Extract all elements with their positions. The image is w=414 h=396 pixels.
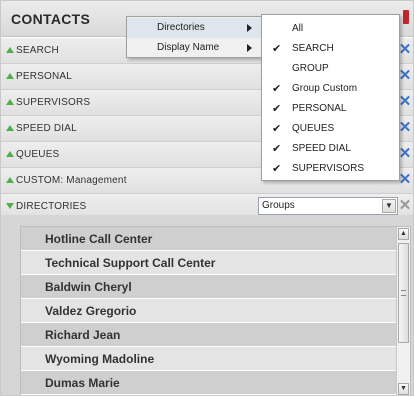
submenu-item-speed-dial[interactable]: ✔ SPEED DIAL xyxy=(262,139,399,159)
list-item[interactable]: Technical Support Call Center xyxy=(21,251,397,275)
submenu-item-label: All xyxy=(292,23,304,34)
scroll-up-icon[interactable]: ▲ xyxy=(398,228,409,240)
section-label: QUEUES xyxy=(16,149,60,160)
submenu-item-label: SEARCH xyxy=(292,43,334,54)
section-label: PERSONAL xyxy=(16,71,73,82)
panel-title: CONTACTS xyxy=(11,11,91,27)
list-item[interactable]: Valdez Gregorio xyxy=(21,299,397,323)
chevron-down-icon[interactable]: ▼ xyxy=(382,199,396,213)
scroll-grip-icon xyxy=(401,290,406,296)
collapse-triangle-icon xyxy=(6,203,14,209)
expand-triangle-icon xyxy=(6,177,14,183)
submenu-item-label: QUEUES xyxy=(292,123,335,134)
context-menu: Directories Display Name xyxy=(126,16,263,58)
menu-item-directories[interactable]: Directories xyxy=(127,18,262,38)
checkmark-icon: ✔ xyxy=(272,43,282,55)
scroll-thumb[interactable] xyxy=(398,243,409,343)
menu-item-label: Directories xyxy=(157,22,205,33)
list-item[interactable]: Baldwin Cheryl xyxy=(21,275,397,299)
directory-list-area: Hotline Call Center Technical Support Ca… xyxy=(1,215,413,395)
directories-submenu: All ✔ SEARCH GROUP ✔ Group Custom ✔ PERS… xyxy=(261,14,400,181)
directory-list: Hotline Call Center Technical Support Ca… xyxy=(20,226,411,395)
expand-triangle-icon xyxy=(6,73,14,79)
menu-item-display-name[interactable]: Display Name xyxy=(127,38,262,58)
remove-section-icon[interactable]: ✕ xyxy=(397,197,413,215)
list-item[interactable]: Hotline Call Center xyxy=(21,227,397,251)
submenu-item-all[interactable]: All xyxy=(262,19,399,39)
checkmark-icon: ✔ xyxy=(272,143,282,155)
list-item[interactable]: Wyoming Madoline xyxy=(21,347,397,371)
section-label: CUSTOM: Management xyxy=(16,175,127,186)
submenu-arrow-icon xyxy=(247,24,252,32)
section-label: SEARCH xyxy=(16,45,59,56)
submenu-item-label: SPEED DIAL xyxy=(292,143,351,154)
directory-dropdown-value: Groups xyxy=(262,200,295,211)
submenu-item-queues[interactable]: ✔ QUEUES xyxy=(262,119,399,139)
vertical-scrollbar[interactable]: ▲ ▼ xyxy=(396,227,410,395)
submenu-item-label: Group Custom xyxy=(292,83,358,94)
submenu-item-label: SUPERVISORS xyxy=(292,163,365,174)
submenu-arrow-icon xyxy=(247,44,252,52)
submenu-item-group[interactable]: GROUP xyxy=(262,59,399,79)
submenu-item-search[interactable]: ✔ SEARCH xyxy=(262,39,399,59)
scroll-down-icon[interactable]: ▼ xyxy=(398,383,409,395)
menu-item-label: Display Name xyxy=(157,42,220,53)
submenu-item-label: GROUP xyxy=(292,63,329,74)
expand-triangle-icon xyxy=(6,151,14,157)
section-label: SPEED DIAL xyxy=(16,123,77,134)
expand-triangle-icon xyxy=(6,99,14,105)
directory-dropdown[interactable]: Groups ▼ xyxy=(258,197,398,215)
submenu-item-personal[interactable]: ✔ PERSONAL xyxy=(262,99,399,119)
submenu-item-supervisors[interactable]: ✔ SUPERVISORS xyxy=(262,159,399,179)
section-label: DIRECTORIES xyxy=(16,201,87,212)
list-item[interactable]: Dumas Marie xyxy=(21,371,397,395)
section-label: SUPERVISORS xyxy=(16,97,91,108)
checkmark-icon: ✔ xyxy=(272,103,282,115)
expand-triangle-icon xyxy=(6,47,14,53)
submenu-item-group-custom[interactable]: ✔ Group Custom xyxy=(262,79,399,99)
expand-triangle-icon xyxy=(6,125,14,131)
submenu-item-label: PERSONAL xyxy=(292,103,347,114)
panel-status-marker xyxy=(403,10,409,24)
checkmark-icon: ✔ xyxy=(272,83,282,95)
checkmark-icon: ✔ xyxy=(272,163,282,175)
list-item[interactable]: Richard Jean xyxy=(21,323,397,347)
checkmark-icon: ✔ xyxy=(272,123,282,135)
